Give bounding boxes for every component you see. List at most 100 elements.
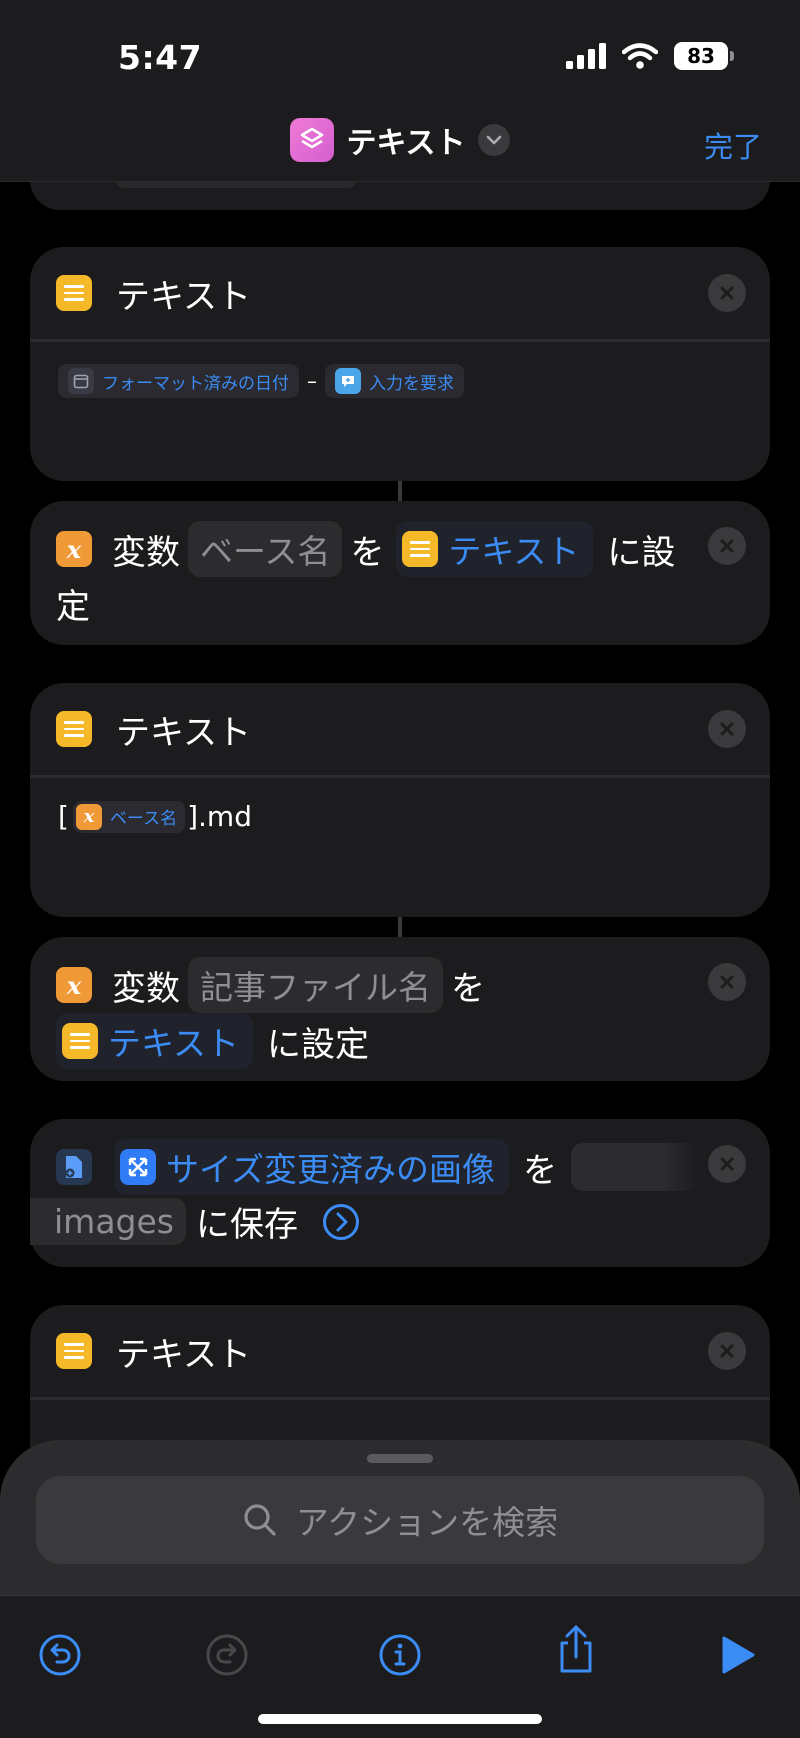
ask-for-input-label: 入力を要求 [369, 373, 454, 394]
destination-field[interactable] [571, 1143, 700, 1191]
redo-icon [206, 1634, 248, 1676]
flow-connector [398, 917, 402, 937]
variable-icon: x [56, 967, 92, 1003]
variable-name-field[interactable]: ベース名 [188, 521, 343, 577]
remove-action-button[interactable] [708, 1145, 746, 1183]
undo-icon [39, 1634, 81, 1676]
calendar-icon [68, 368, 94, 394]
separator-text: – [307, 369, 317, 393]
suffix-text: に設定 [267, 1024, 370, 1065]
set-variable-line: x 変数 ベース名 を テキスト に設 [56, 521, 675, 577]
formatted-date-label: フォーマット済みの日付 [102, 373, 289, 394]
undo-button[interactable] [35, 1630, 85, 1680]
text-action-icon [56, 711, 92, 747]
text-value-label: テキスト [108, 1024, 240, 1063]
variable-prefix: 変数 [112, 532, 180, 573]
remove-action-button[interactable] [708, 710, 746, 748]
run-button[interactable] [713, 1630, 763, 1680]
shortcut-title-menu[interactable]: テキスト [0, 118, 800, 162]
close-icon [720, 722, 734, 736]
home-indicator [258, 1714, 542, 1724]
card-title: テキスト [116, 276, 251, 317]
status-time: 5:47 [118, 38, 203, 77]
share-icon [560, 1625, 592, 1673]
search-placeholder: アクションを検索 [295, 1503, 559, 1542]
text-value-token[interactable]: テキスト [56, 1013, 254, 1069]
remove-action-button[interactable] [708, 527, 746, 565]
particle-text: を [451, 968, 485, 1009]
suffix-text: に保存 [195, 1205, 298, 1245]
search-icon [244, 1504, 276, 1536]
share-button[interactable] [551, 1624, 601, 1674]
variable-prefix: 変数 [112, 968, 180, 1009]
save-file-line: サイズ変更済みの画像 を [56, 1139, 700, 1195]
status-indicators: 83 [566, 42, 734, 70]
search-input[interactable]: アクションを検索 [36, 1476, 764, 1564]
bracket-open: [ [58, 800, 69, 833]
ask-for-input-token[interactable]: 入力を要求 [325, 364, 464, 398]
text-action-card[interactable]: テキスト フォーマット済みの日付 – 入力を要求 [30, 247, 770, 481]
suffix-text: に設 [607, 532, 676, 573]
redo-button[interactable] [202, 1630, 252, 1680]
wifi-icon [622, 43, 658, 69]
text-action-card[interactable]: テキスト [ x ベース名 ].md [30, 683, 770, 917]
text-field[interactable]: [ x ベース名 ].md [30, 778, 770, 855]
save-file-line-2: images に保存 [30, 1197, 360, 1246]
chevron-right-circle-icon[interactable] [322, 1203, 360, 1241]
text-value-label: テキスト [448, 532, 580, 571]
page-title: テキスト [346, 126, 466, 161]
play-icon [722, 1636, 755, 1674]
done-button[interactable]: 完了 [704, 124, 762, 166]
text-value-token[interactable]: テキスト [396, 521, 594, 577]
text-field[interactable]: フォーマット済みの日付 – 入力を要求 [30, 342, 770, 420]
card-title: テキスト [116, 1334, 251, 1375]
close-icon [720, 975, 734, 989]
particle-text: を [350, 532, 385, 573]
base-name-token[interactable]: x ベース名 [72, 800, 186, 833]
filename-suffix: ].md [187, 800, 252, 833]
formatted-date-token[interactable]: フォーマット済みの日付 [58, 364, 299, 398]
sheet-grabber[interactable] [367, 1454, 433, 1463]
close-icon [720, 286, 734, 300]
set-variable-card[interactable]: x 変数 記事ファイル名 を テキスト に設定 [30, 937, 770, 1081]
base-name-label: ベース名 [109, 809, 178, 829]
text-action-icon [56, 1333, 92, 1369]
variable-name-field[interactable]: 記事ファイル名 [188, 957, 443, 1013]
remove-action-button[interactable] [708, 274, 746, 312]
save-file-icon [56, 1149, 92, 1185]
info-icon [379, 1634, 421, 1676]
info-button[interactable] [375, 1630, 425, 1680]
variable-icon: x [56, 531, 92, 567]
chevron-down-icon[interactable] [477, 124, 510, 156]
close-icon [720, 539, 734, 553]
remove-action-button[interactable] [708, 1332, 746, 1370]
text-action-icon [56, 275, 92, 311]
cellular-signal-icon [566, 43, 606, 69]
card-header: テキスト [30, 247, 770, 339]
close-icon [720, 1157, 734, 1171]
card-header: テキスト [30, 683, 770, 775]
card-header: テキスト [30, 1305, 770, 1397]
resized-image-token[interactable]: サイズ変更済みの画像 [114, 1139, 510, 1195]
chat-bubble-icon [335, 368, 361, 394]
text-action-icon [62, 1023, 98, 1059]
set-variable-line: x 変数 記事ファイル名 を [56, 957, 485, 1013]
action-search-sheet: アクションを検索 [0, 1440, 800, 1595]
variable-icon: x [75, 803, 102, 830]
shortcut-app-icon [290, 118, 335, 162]
suffix-continued: 定 [56, 587, 90, 627]
battery-indicator: 83 [674, 42, 734, 70]
particle-text: を [523, 1150, 558, 1191]
set-variable-line-2: テキスト に設定 [56, 1013, 369, 1069]
editor-toolbar [0, 1595, 800, 1738]
navigation-header: 5:47 83 テキスト 完了 [0, 0, 800, 182]
card-title: テキスト [116, 712, 251, 753]
set-variable-card[interactable]: x 変数 ベース名 を テキスト に設 定 [30, 501, 770, 645]
flow-connector [398, 481, 402, 501]
card-divider [30, 1397, 770, 1400]
resize-icon [120, 1149, 156, 1185]
folder-field[interactable]: images [30, 1198, 186, 1245]
close-icon [720, 1344, 734, 1358]
save-file-card[interactable]: サイズ変更済みの画像 を images に保存 [30, 1119, 770, 1267]
remove-action-button[interactable] [708, 963, 746, 1001]
